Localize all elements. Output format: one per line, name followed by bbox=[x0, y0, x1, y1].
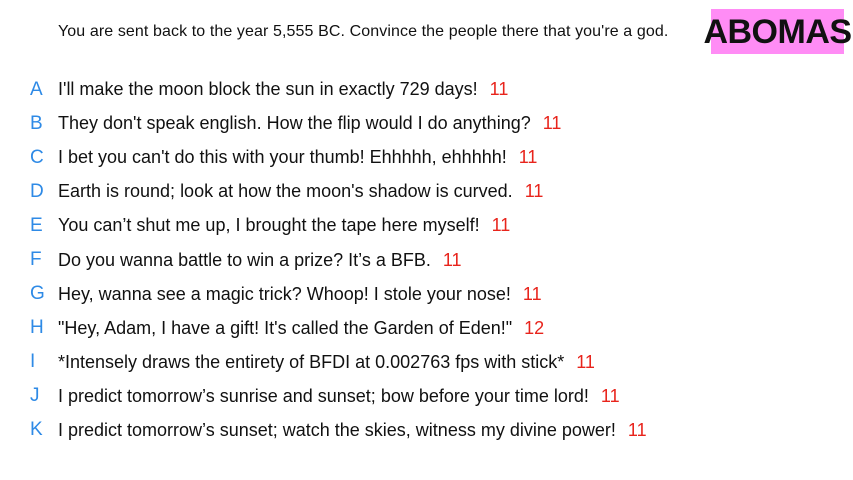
entry-c: C I bet you can't do this with your thum… bbox=[0, 140, 853, 174]
entry-letter: I bbox=[30, 351, 36, 373]
entry-b: B They don't speak english. How the flip… bbox=[0, 106, 853, 140]
entry-letter: B bbox=[30, 112, 43, 134]
entry-score: 11 bbox=[518, 147, 538, 168]
entry-letter: J bbox=[30, 385, 40, 407]
entry-k: K I predict tomorrow’s sunset; watch the… bbox=[0, 413, 853, 447]
entry-text: I bet you can't do this with your thumb!… bbox=[58, 147, 507, 168]
entry-d: D Earth is round; look at how the moon's… bbox=[0, 174, 853, 208]
entry-score: 11 bbox=[524, 181, 544, 202]
entry-score: 11 bbox=[442, 249, 462, 270]
entry-letter: A bbox=[30, 78, 43, 100]
entry-letter: F bbox=[30, 249, 42, 271]
entry-text: Do you wanna battle to win a prize? It’s… bbox=[58, 249, 431, 270]
entry-text: You can’t shut me up, I brought the tape… bbox=[58, 215, 480, 236]
entry-letter: K bbox=[30, 419, 43, 441]
entry-score: 11 bbox=[491, 215, 511, 236]
entry-letter: G bbox=[30, 283, 45, 305]
entry-score: 11 bbox=[576, 351, 595, 372]
entries-list: A I'll make the moon block the sun in ex… bbox=[0, 72, 853, 447]
prompt-text: You are sent back to the year 5,555 BC. … bbox=[58, 23, 669, 40]
team-name-badge: ABOMAS bbox=[703, 9, 852, 54]
entry-i: I *Intensely draws the entirety of BFDI … bbox=[0, 345, 853, 379]
entry-j: J I predict tomorrow’s sunrise and sunse… bbox=[0, 379, 853, 413]
entry-a: A I'll make the moon block the sun in ex… bbox=[0, 72, 853, 106]
team-name: ABOMAS bbox=[703, 12, 852, 51]
entry-score: 12 bbox=[524, 317, 545, 338]
entry-text: They don't speak english. How the flip w… bbox=[58, 113, 531, 134]
entry-letter: D bbox=[30, 180, 44, 202]
entry-text: Earth is round; look at how the moon's s… bbox=[58, 181, 513, 202]
entry-text: Hey, wanna see a magic trick? Whoop! I s… bbox=[58, 283, 511, 304]
entry-letter: C bbox=[30, 146, 44, 168]
entry-score: 11 bbox=[600, 385, 620, 406]
entry-text: I predict tomorrow’s sunset; watch the s… bbox=[58, 419, 616, 440]
entry-letter: E bbox=[30, 214, 43, 236]
entry-score: 11 bbox=[542, 113, 562, 134]
entry-g: G Hey, wanna see a magic trick? Whoop! I… bbox=[0, 277, 853, 311]
entry-text: I'll make the moon block the sun in exac… bbox=[58, 79, 478, 100]
entry-h: H "Hey, Adam, I have a gift! It's called… bbox=[0, 311, 853, 345]
entry-score: 11 bbox=[489, 79, 509, 100]
entry-text: "Hey, Adam, I have a gift! It's called t… bbox=[58, 317, 513, 338]
entry-score: 11 bbox=[627, 419, 647, 440]
entry-e: E You can’t shut me up, I brought the ta… bbox=[0, 208, 853, 242]
entry-f: F Do you wanna battle to win a prize? It… bbox=[0, 242, 853, 276]
entry-text: I predict tomorrow’s sunrise and sunset;… bbox=[58, 385, 589, 406]
entry-text: *Intensely draws the entirety of BFDI at… bbox=[58, 351, 565, 372]
entry-score: 11 bbox=[522, 283, 542, 304]
entry-letter: H bbox=[30, 317, 44, 339]
